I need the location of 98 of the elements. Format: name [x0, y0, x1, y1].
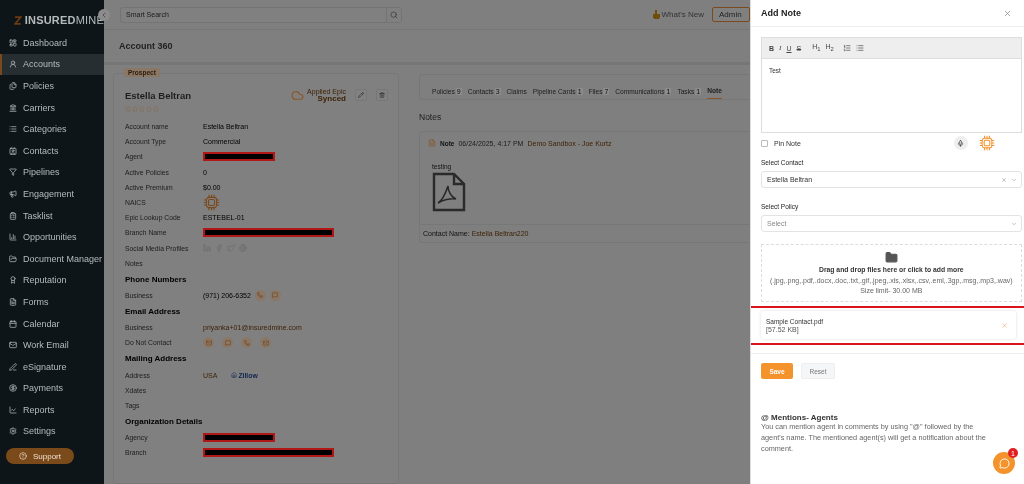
nav-icon	[9, 276, 17, 285]
message-icon	[224, 339, 231, 346]
nav-icon	[9, 233, 17, 242]
star-icon[interactable]	[125, 106, 131, 112]
nav-icon	[9, 168, 17, 177]
section-heading: Mailing Address	[125, 353, 188, 366]
nav-icon	[9, 297, 17, 306]
nav-item[interactable]: Accounts	[0, 53, 104, 76]
redaction-bar	[203, 433, 275, 443]
nav-icon	[9, 384, 17, 393]
search-icon	[390, 10, 398, 19]
call-button[interactable]	[254, 289, 266, 301]
ai-chip-icon	[978, 135, 995, 151]
nav-icon	[9, 362, 17, 371]
chat-icon	[998, 457, 1010, 469]
nav-icon	[9, 319, 17, 328]
hand-icon	[652, 10, 660, 19]
nav-icon	[9, 427, 17, 436]
close-icon	[1003, 8, 1012, 18]
section-heading: Notes	[419, 112, 443, 122]
star-icon[interactable]	[132, 106, 138, 112]
house-icon	[231, 372, 238, 379]
section-heading: Phone Numbers	[125, 273, 188, 286]
nav-item[interactable]: Reports	[0, 399, 104, 421]
nav-icon	[9, 38, 17, 47]
help-icon	[19, 452, 27, 461]
nav-item[interactable]: Settings	[0, 420, 104, 443]
star-icon[interactable]	[153, 106, 159, 112]
clear-icon[interactable]	[1000, 176, 1007, 183]
nav-item[interactable]: Engagement	[0, 183, 104, 205]
star-icon[interactable]	[146, 106, 152, 112]
nav-item[interactable]: eSignature	[0, 355, 104, 378]
note-icon	[428, 139, 436, 147]
remove-button[interactable]	[1000, 321, 1008, 329]
nav-item[interactable]: Payments	[0, 377, 104, 400]
mail-off-button[interactable]	[260, 337, 271, 349]
account-name: Estella Beltran	[125, 89, 191, 101]
message-icon	[272, 292, 279, 299]
message-button[interactable]	[222, 337, 233, 349]
mentions-title: @ Mentions- Agents	[761, 413, 839, 422]
chevron-down-icon[interactable]	[1010, 220, 1017, 227]
bullet-list-button[interactable]	[855, 44, 864, 52]
logo-icon	[14, 15, 22, 25]
page-title: Account 360	[119, 41, 173, 51]
close-icon	[1000, 321, 1008, 329]
nav-item[interactable]: Calendar	[0, 312, 104, 335]
pin-checkbox[interactable]	[761, 139, 768, 147]
numbered-list-button[interactable]	[842, 44, 851, 52]
numbered-list-icon	[842, 44, 851, 52]
search-button[interactable]	[386, 6, 402, 23]
pdf-file-icon[interactable]	[432, 172, 466, 212]
star-icon[interactable]	[139, 106, 145, 112]
bullet-list-icon	[855, 44, 864, 52]
sync-status: Synced	[317, 94, 346, 103]
nav-icon	[9, 211, 17, 220]
nav-icon	[9, 254, 17, 263]
chevron-down-icon[interactable]	[1010, 176, 1017, 183]
phone-icon	[257, 292, 264, 299]
trash-icon	[379, 92, 385, 98]
support-button[interactable]: Support	[6, 448, 74, 465]
nav-icon	[9, 405, 17, 414]
delete-button[interactable]	[376, 89, 388, 101]
nav-item[interactable]: Contacts	[0, 139, 104, 162]
nav-item[interactable]: Categories	[0, 118, 104, 140]
nav-item[interactable]: Work Email	[0, 334, 104, 356]
nav-item[interactable]: Dashboard	[0, 32, 104, 54]
nav-icon	[9, 82, 17, 90]
pencil-icon	[358, 92, 364, 98]
nav-icon	[9, 125, 17, 134]
nav-item[interactable]: Carriers	[0, 96, 104, 119]
folder-icon	[884, 251, 898, 265]
nav-icon	[9, 341, 17, 350]
nav-item[interactable]: Pipelines	[0, 161, 104, 184]
nav-item[interactable]: Reputation	[0, 269, 104, 292]
mail-off-icon	[262, 339, 269, 346]
section-heading: Organization Details	[125, 416, 204, 428]
microphone-button[interactable]	[953, 136, 968, 150]
nav-icon	[9, 103, 17, 112]
ai-chip-icon	[203, 194, 220, 212]
nav-icon	[9, 60, 17, 69]
call-button[interactable]	[241, 337, 252, 349]
mail-icon	[205, 339, 212, 346]
section-heading: Email Address	[125, 306, 182, 319]
drawer-title: Add Note	[761, 8, 801, 18]
nav-icon	[9, 146, 17, 155]
phone-icon	[243, 339, 250, 346]
user-menu[interactable]: Admin	[712, 7, 750, 22]
nav-item[interactable]: Document Manager	[0, 247, 104, 270]
edit-button[interactable]	[355, 89, 367, 101]
nav-item[interactable]: Opportunities	[0, 226, 104, 248]
nav-item[interactable]: Policies	[0, 75, 104, 97]
message-button[interactable]	[269, 289, 281, 301]
close-button[interactable]	[1003, 8, 1012, 18]
mail-button[interactable]	[203, 337, 214, 349]
nav-icon	[9, 189, 17, 198]
redaction-bar	[203, 152, 275, 162]
nav-item[interactable]: Forms	[0, 291, 104, 313]
nav-item[interactable]: Tasklist	[0, 204, 104, 227]
